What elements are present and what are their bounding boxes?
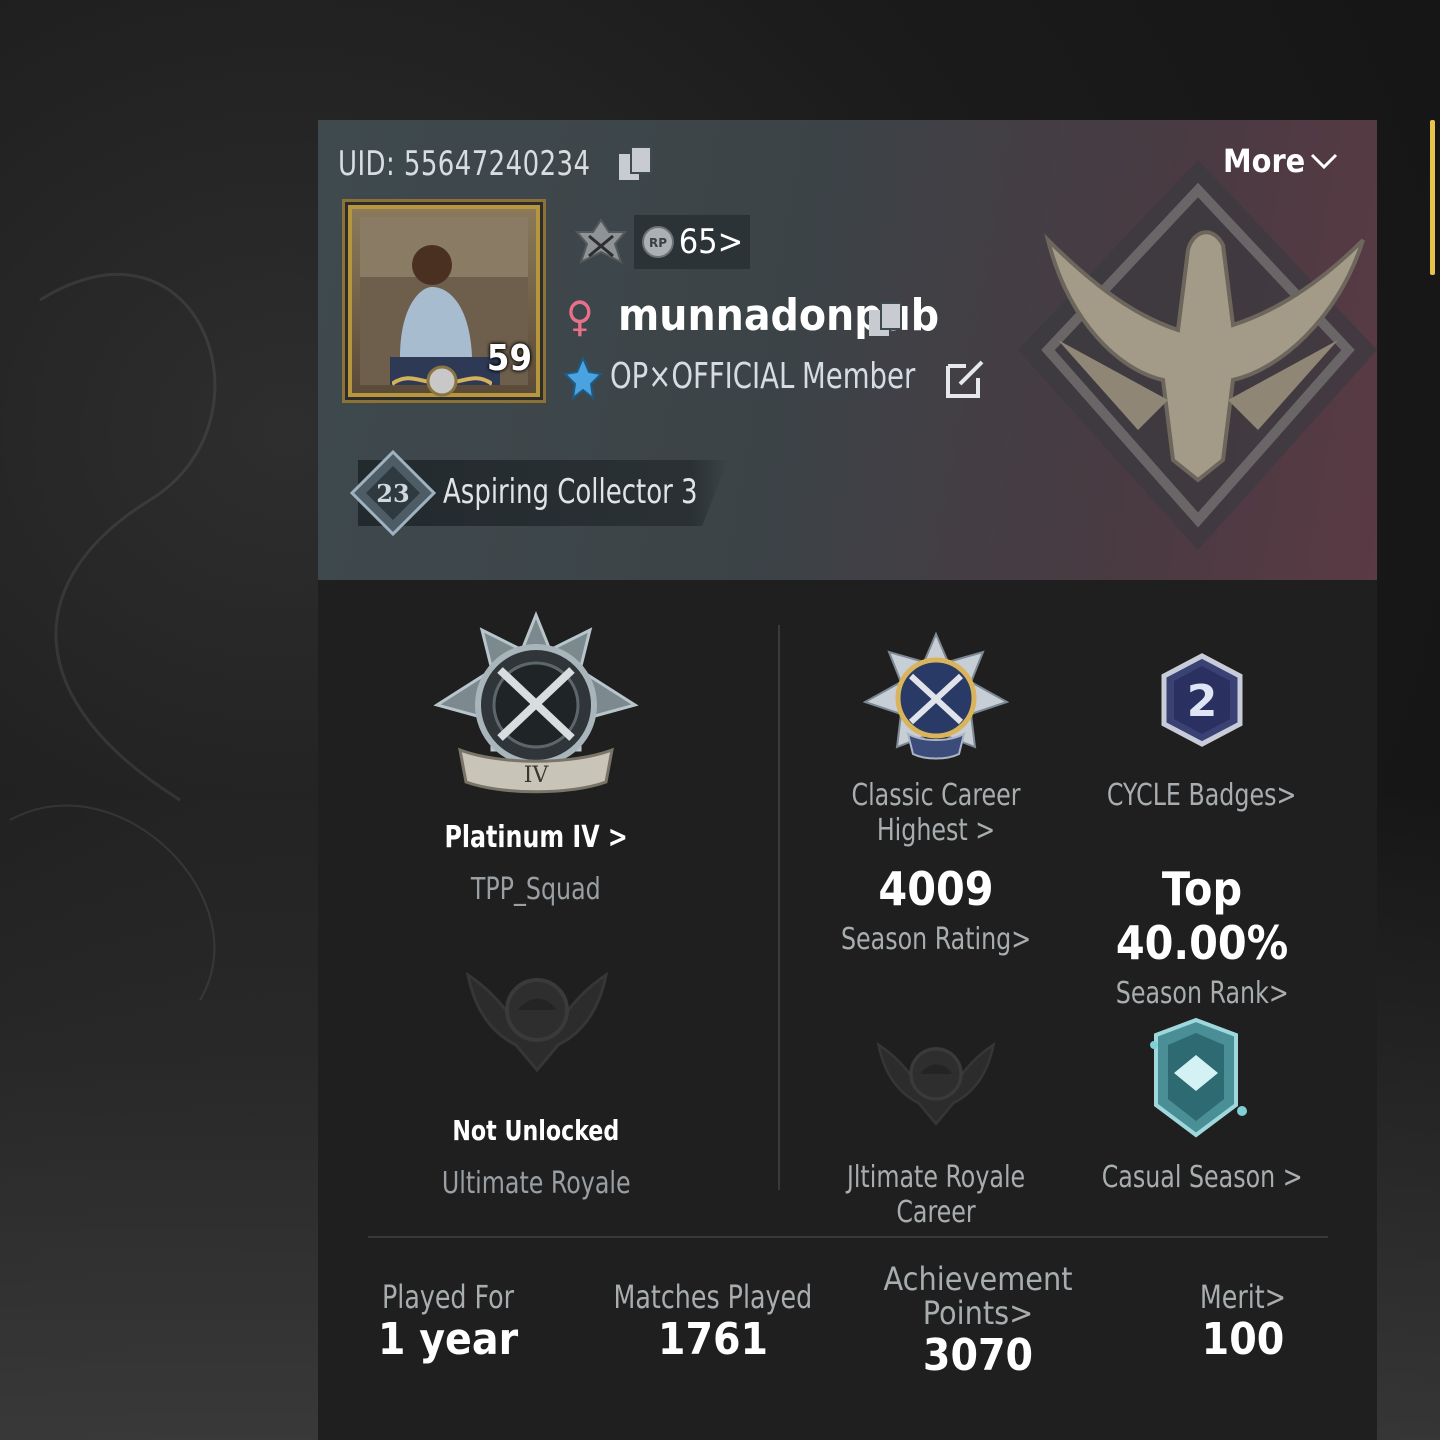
svg-text:RP: RP [649,236,667,250]
uid-row: UID: 55647240234 [338,142,657,186]
classic-career-badge-icon[interactable] [863,632,1009,762]
stats-divider [368,1236,1328,1238]
scrollbar-indicator[interactable] [1430,120,1435,275]
clan-role: Member [802,356,916,397]
collector-title: Aspiring Collector 3 [443,472,698,512]
merit-link[interactable]: Merit> 100 [1148,1278,1338,1365]
cycle-badges-label: CYCLE Badges> [1107,778,1297,813]
casual-season-label: Casual Season > [1101,1160,1303,1195]
played-for-value: 1 year [377,1314,519,1365]
ultimate-royale-career-label: Jltimate Royale Career [846,1160,1026,1230]
avatar-frame-ornament-icon [392,365,492,397]
season-rank-label: Season Rank> [1115,976,1289,1011]
ultimate-mode: Ultimate Royale [418,1166,654,1201]
ultimate-mode-text: Ultimate Royale [441,1166,631,1201]
clan-emblem-icon [563,356,603,400]
female-gender-icon: ♀ [566,292,594,341]
season-rating-value: 4009 [878,862,994,916]
clan-name[interactable]: OP×OFFICIAL [610,356,794,397]
edit-icon[interactable] [942,356,988,402]
profile-header: UID: 55647240234 More 59 RP 65> ♀ munnad… [318,120,1377,580]
cycle-number: 2 [1187,676,1218,727]
casual-season-link[interactable]: Casual Season > [1084,1160,1320,1195]
casual-season-badge-icon[interactable] [1136,1015,1256,1140]
more-label: More [1223,142,1306,180]
cycle-badge-icon[interactable]: 2 [1160,652,1244,748]
column-divider [778,625,780,1190]
matches-played-stat: Matches Played 1761 [588,1278,838,1365]
classic-career-link[interactable]: Classic Career Highest > [788,778,1084,848]
rp-icon: RP [641,226,674,258]
achievement-points-value: 3070 [922,1330,1034,1381]
achievement-label-line2: Points> [922,1294,1034,1332]
cycle-badges-link[interactable]: CYCLE Badges> [1084,778,1320,813]
collector-level-badge-icon: 23 [350,450,436,536]
achievement-points-link[interactable]: Achievement Points> 3070 [858,1262,1098,1381]
platinum-rank-badge-icon[interactable]: IV [430,610,642,800]
copy-uid-icon[interactable] [613,142,657,186]
ultimate-status-text: Not Unlocked [452,1114,620,1147]
played-for-label: Played For [381,1278,515,1316]
rp-level-text: 65> [678,222,744,262]
uid-text: UID: 55647240234 [338,144,591,184]
merit-label: Merit> [1199,1278,1287,1316]
avatar-level: 59 [486,338,532,379]
more-button[interactable]: More [1223,142,1339,180]
tier-badge-icon[interactable] [573,218,629,268]
ultimate-status: Not Unlocked [418,1114,654,1147]
copy-name-icon[interactable] [863,298,907,342]
season-rank[interactable]: Top 40.00% Season Rank> [1074,862,1330,1011]
ultimate-royale-career-icon[interactable] [870,1028,1002,1128]
season-rating-label: Season Rating> [840,922,1032,957]
tpp-mode-text: TPP_Squad [471,872,601,907]
tpp-mode: TPP_Squad [418,872,654,907]
matches-played-value: 1761 [657,1314,769,1365]
profile-card: UID: 55647240234 More 59 RP 65> ♀ munnad… [318,120,1377,1440]
tpp-rank-text: Platinum IV > [444,820,628,855]
classic-career-label: Classic Career Highest > [851,778,1021,848]
season-rank-value: Top 40.00% [1115,862,1289,970]
collector-level: 23 [376,479,409,508]
svg-text:IV: IV [524,763,550,788]
background-swirl-decoration [9,273,217,1001]
rp-level-button[interactable]: RP 65> [634,215,750,269]
tpp-rank-link[interactable]: Platinum IV > [418,820,654,855]
played-for-stat: Played For 1 year [348,1278,548,1365]
achievement-label-line1: Achievement [883,1260,1073,1298]
season-rating[interactable]: 4009 Season Rating> [818,862,1054,957]
ultimate-royale-locked-icon[interactable] [458,955,616,1075]
merit-value: 100 [1201,1314,1285,1365]
avatar[interactable]: 59 [348,205,540,397]
matches-played-label: Matches Played [613,1278,813,1316]
eagle-emblem-icon [1018,160,1377,550]
chevron-down-icon [1311,153,1338,170]
ultimate-royale-career-link[interactable]: Jltimate Royale Career [788,1160,1084,1230]
